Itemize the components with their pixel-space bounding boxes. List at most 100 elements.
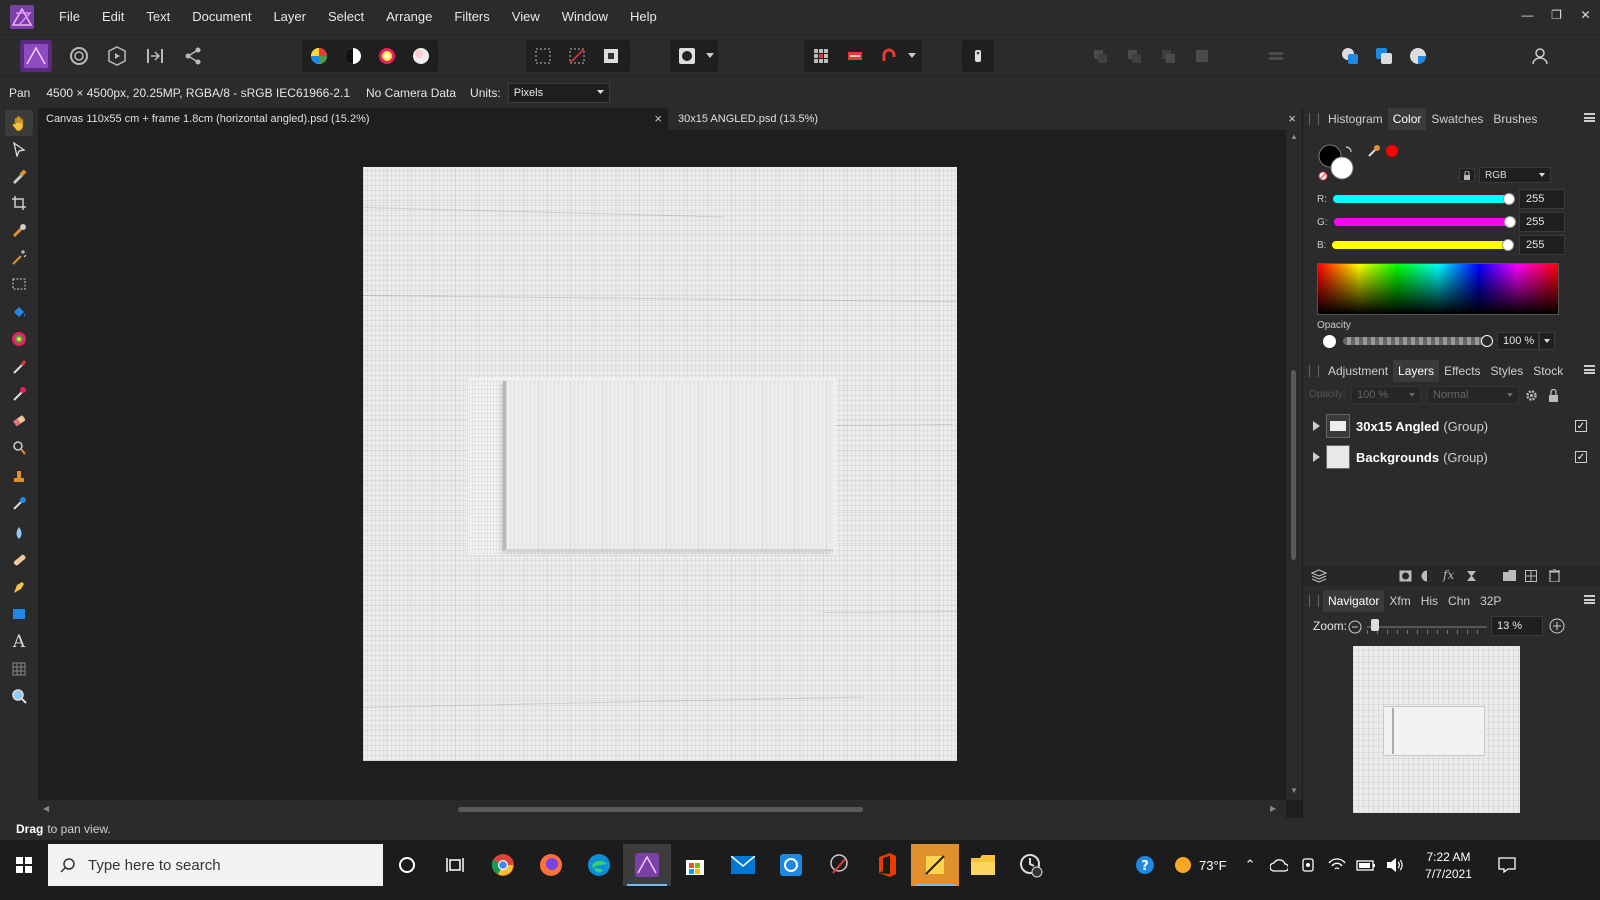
- panel-menu-icon[interactable]: [1584, 365, 1595, 374]
- edge-icon[interactable]: [575, 844, 623, 886]
- document-canvas[interactable]: [362, 167, 958, 761]
- units-dropdown[interactable]: Pixels: [507, 82, 610, 103]
- volume-icon[interactable]: [1386, 857, 1404, 873]
- close-icon[interactable]: ✕: [1571, 0, 1600, 30]
- menu-filters[interactable]: Filters: [443, 0, 500, 34]
- blur-brush-tool-icon[interactable]: [5, 520, 33, 546]
- layers-stack-icon[interactable]: [1311, 569, 1327, 583]
- blue-slider-knob[interactable]: [1502, 239, 1515, 251]
- folder-icon[interactable]: [1503, 570, 1516, 581]
- add-pixel-layer-icon[interactable]: [1525, 570, 1537, 582]
- white-balance-icon[interactable]: [337, 40, 369, 72]
- rectangle-tool-icon[interactable]: [5, 601, 33, 627]
- move-tool-icon[interactable]: [5, 136, 33, 162]
- affinity-photo-taskbar-icon[interactable]: [623, 844, 671, 886]
- snapping-grid-icon[interactable]: [805, 40, 837, 72]
- chrome-icon[interactable]: [479, 844, 527, 886]
- app-launcher-icon[interactable]: [767, 844, 815, 886]
- menu-arrange[interactable]: Arrange: [375, 0, 443, 34]
- user-account-icon[interactable]: [1524, 40, 1556, 72]
- live-filter-icon[interactable]: [1466, 570, 1477, 582]
- flood-select-tool-icon[interactable]: [5, 244, 33, 270]
- mask-layer-icon[interactable]: [1399, 570, 1412, 582]
- gear-icon[interactable]: [1525, 389, 1538, 402]
- dodge-brush-tool-icon[interactable]: [5, 435, 33, 461]
- liquify-persona-icon[interactable]: [63, 40, 95, 72]
- boolean-add-icon[interactable]: [1334, 40, 1366, 72]
- layer-visibility-checkbox[interactable]: ✓: [1575, 451, 1587, 463]
- tab-history[interactable]: His: [1416, 590, 1443, 612]
- boolean-intersect-icon[interactable]: [1402, 40, 1434, 72]
- hand-tool-icon[interactable]: [5, 110, 33, 136]
- blend-mode-dropdown[interactable]: Normal: [1427, 386, 1519, 404]
- panel-grip-icon[interactable]: [1309, 365, 1319, 377]
- crop-tool-icon[interactable]: [5, 190, 33, 216]
- menu-window[interactable]: Window: [551, 0, 619, 34]
- file-explorer-icon[interactable]: [959, 844, 1007, 886]
- photo-persona-icon[interactable]: [20, 40, 52, 72]
- horizontal-scroll-thumb[interactable]: [458, 807, 863, 812]
- blemish-removal-tool-icon[interactable]: [5, 490, 33, 516]
- text-tool-icon[interactable]: A: [5, 629, 33, 655]
- tab-32bit-preview[interactable]: 32P: [1475, 590, 1506, 612]
- scroll-left-icon[interactable]: ◀: [43, 804, 49, 813]
- windows-start-icon[interactable]: [0, 844, 48, 886]
- fill-tool-icon[interactable]: [5, 299, 33, 325]
- show-hidden-icons-chevron-icon[interactable]: ⌃: [1245, 857, 1256, 873]
- color-picker-tool-icon[interactable]: [5, 163, 33, 189]
- color-model-dropdown[interactable]: RGB: [1479, 167, 1551, 183]
- expand-triangle-icon[interactable]: [1313, 452, 1320, 462]
- zoom-value-field[interactable]: 13 %: [1491, 616, 1543, 636]
- wifi-icon[interactable]: [1327, 857, 1346, 873]
- microsoft-store-icon[interactable]: [671, 844, 719, 886]
- panel-grip-icon[interactable]: [1309, 113, 1319, 125]
- tab-navigator[interactable]: Navigator: [1323, 590, 1385, 612]
- zoom-slider-knob[interactable]: [1371, 619, 1379, 631]
- zoom-in-icon[interactable]: [1549, 618, 1565, 634]
- vertical-scrollbar[interactable]: ▲ ▼: [1286, 130, 1302, 800]
- green-slider-knob[interactable]: [1503, 216, 1516, 228]
- export-persona-icon[interactable]: [177, 40, 209, 72]
- snapping-magnet-icon[interactable]: [873, 40, 905, 72]
- menu-edit[interactable]: Edit: [91, 0, 135, 34]
- force-pixel-alignment-icon[interactable]: [839, 40, 871, 72]
- menu-select[interactable]: Select: [317, 0, 375, 34]
- horizontal-scrollbar[interactable]: ◀ ▶: [38, 800, 1286, 818]
- menu-view[interactable]: View: [501, 0, 551, 34]
- layer-row-backgrounds[interactable]: Backgrounds (Group) ✓: [1307, 443, 1597, 471]
- lock-icon[interactable]: [1459, 168, 1475, 182]
- layer-opacity-dropdown[interactable]: 100 %: [1351, 386, 1421, 404]
- zoom-out-icon[interactable]: [1348, 620, 1362, 634]
- marquee-tool-icon[interactable]: [5, 271, 33, 297]
- mesh-warp-tool-icon[interactable]: [5, 656, 33, 682]
- eyedropper-icon[interactable]: [1367, 144, 1381, 158]
- color-replacement-brush-icon[interactable]: [5, 381, 33, 407]
- color-spectrum[interactable]: [1317, 263, 1559, 315]
- chevron-down-icon[interactable]: [703, 40, 717, 72]
- affinity-photo-logo-icon[interactable]: [10, 5, 34, 29]
- minimize-icon[interactable]: —: [1513, 0, 1542, 30]
- opacity-slider-knob[interactable]: [1481, 335, 1493, 347]
- panel-menu-icon[interactable]: [1584, 113, 1595, 122]
- layer-row-30x15-angled[interactable]: 30x15 Angled (Group) ✓: [1307, 412, 1597, 440]
- blue-value-field[interactable]: 255: [1519, 235, 1565, 255]
- security-icon[interactable]: [1300, 857, 1316, 873]
- expand-triangle-icon[interactable]: [1313, 421, 1320, 431]
- zoom-tool-icon[interactable]: [5, 683, 33, 709]
- close-tab-icon[interactable]: ×: [654, 111, 662, 126]
- develop-persona-icon[interactable]: [101, 40, 133, 72]
- zoom-slider[interactable]: [1367, 626, 1487, 628]
- firefox-icon[interactable]: [527, 844, 575, 886]
- onedrive-cloud-icon[interactable]: [1269, 858, 1288, 872]
- adjustment-layer-icon[interactable]: [1421, 570, 1433, 582]
- opacity-value-field[interactable]: 100 %: [1497, 332, 1539, 350]
- align-icon[interactable]: [1260, 40, 1292, 72]
- notifications-icon[interactable]: [1497, 857, 1516, 873]
- clock-app-icon[interactable]: [1007, 844, 1055, 886]
- menu-document[interactable]: Document: [181, 0, 262, 34]
- assistant-manager-icon[interactable]: [962, 40, 994, 72]
- close-tab-icon[interactable]: ×: [1288, 111, 1296, 126]
- taskbar-search-box[interactable]: Type here to search: [48, 844, 383, 886]
- vertical-scroll-thumb[interactable]: [1291, 370, 1296, 560]
- tab-effects[interactable]: Effects: [1439, 360, 1485, 382]
